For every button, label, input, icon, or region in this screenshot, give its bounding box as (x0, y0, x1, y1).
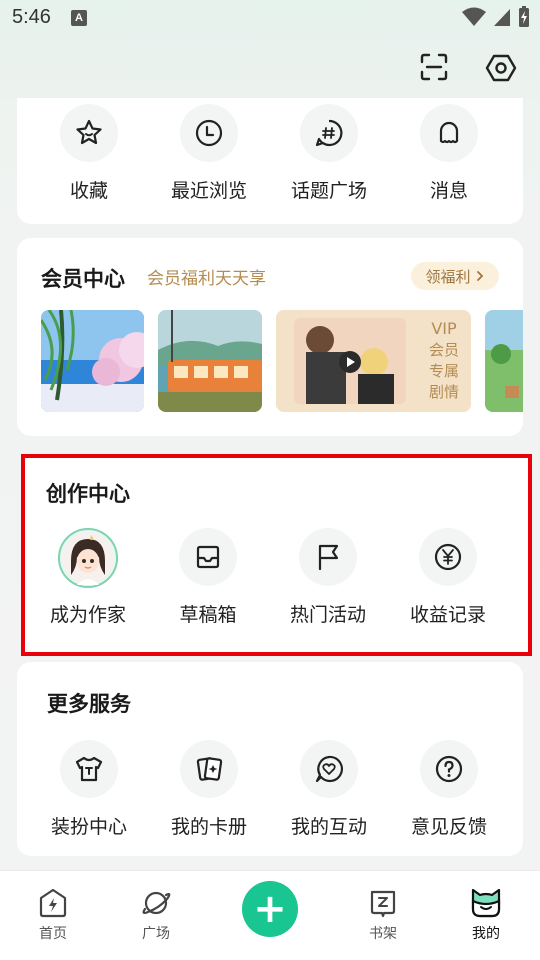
creation-label: 草稿箱 (179, 604, 237, 626)
plus-icon: + (253, 886, 287, 932)
vip-thumbnail-2[interactable] (158, 310, 262, 412)
services-title: 更多服务 (47, 692, 131, 716)
quick-actions-grid: 收藏 最近浏览 话题广场 消息 (17, 104, 523, 203)
vip-promo-line: 剧情 (428, 383, 459, 401)
service-card-album[interactable]: 我的卡册 (149, 740, 269, 839)
vip-thumbnail-1[interactable] (41, 310, 144, 412)
cellular-icon (494, 9, 510, 26)
service-label: 意见反馈 (410, 816, 487, 838)
question-icon (420, 740, 478, 798)
settings-icon[interactable] (485, 52, 517, 84)
quick-action-label: 收藏 (69, 180, 108, 202)
creation-grid: 成为作家 草稿箱 热门活动 收益记录 (28, 528, 531, 627)
vip-promo-line: 会员 (428, 341, 459, 359)
bottom-nav: 首页 广场 + 书架 我的 (0, 870, 540, 960)
quick-actions-card: 收藏 最近浏览 话题广场 消息 (17, 98, 523, 224)
claim-benefit-button[interactable]: 领福利 (411, 262, 499, 290)
quick-action-label: 话题广场 (290, 180, 367, 202)
vip-title: 会员中心 (41, 267, 125, 291)
vip-thumbnail-4[interactable] (485, 310, 523, 412)
service-label: 我的卡册 (170, 816, 247, 838)
vip-promo-text: VIP 会员 专属 剧情 (424, 319, 464, 402)
tshirt-icon (60, 740, 118, 798)
yen-icon (419, 528, 477, 586)
top-toolbar (0, 52, 540, 86)
vip-card: 会员中心 会员福利天天享 领福利 VIP 会员 专属 剧情 (17, 238, 523, 436)
creation-drafts[interactable]: 草稿箱 (148, 528, 268, 627)
service-label: 我的互动 (290, 816, 367, 838)
vip-promo-line: VIP (431, 319, 457, 338)
nav-home[interactable]: 首页 (18, 887, 88, 943)
service-feedback[interactable]: 意见反馈 (389, 740, 509, 839)
creation-center-card: 创作中心 成为作家 草稿箱 热门活动 收益记录 (21, 454, 532, 656)
chevron-right-icon (476, 271, 483, 281)
quick-action-label: 消息 (429, 180, 468, 202)
service-dressup[interactable]: 装扮中心 (29, 740, 149, 839)
more-services-card: 更多服务 装扮中心 我的卡册 我的互动 意见反馈 (17, 662, 523, 856)
bell-icon (420, 104, 478, 162)
vip-promo-banner[interactable]: VIP 会员 专属 剧情 (276, 310, 471, 412)
creation-earnings[interactable]: 收益记录 (388, 528, 508, 627)
quick-action-favorites[interactable]: 收藏 (29, 104, 149, 203)
chat-heart-icon (300, 740, 358, 798)
hashtag-icon (300, 104, 358, 162)
nav-label: 书架 (369, 926, 397, 942)
book-icon (370, 890, 396, 918)
home-bolt-icon (39, 888, 67, 918)
services-grid: 装扮中心 我的卡册 我的互动 意见反馈 (29, 740, 535, 839)
quick-action-topics[interactable]: 话题广场 (269, 104, 389, 203)
quick-action-messages[interactable]: 消息 (389, 104, 509, 203)
flag-icon (299, 528, 357, 586)
quick-action-label: 最近浏览 (170, 180, 247, 202)
battery-icon (519, 6, 529, 27)
wifi-icon (462, 7, 486, 26)
creation-label: 收益记录 (409, 604, 486, 626)
claim-benefit-label: 领福利 (425, 267, 471, 286)
cat-face-icon (471, 888, 501, 918)
scan-icon[interactable] (419, 52, 449, 82)
vip-promo-line: 专属 (428, 362, 459, 380)
star-icon (60, 104, 118, 162)
nav-bookshelf[interactable]: 书架 (348, 887, 418, 943)
nav-label: 广场 (142, 926, 170, 942)
planet-icon (142, 891, 171, 915)
a-notification-icon: A (71, 10, 87, 26)
creation-label: 成为作家 (49, 604, 126, 626)
nav-label: 首页 (39, 926, 67, 942)
status-time: 5:46 (12, 6, 51, 28)
quick-action-recent[interactable]: 最近浏览 (149, 104, 269, 203)
vip-subtitle: 会员福利天天享 (147, 269, 266, 289)
nav-mine[interactable]: 我的 (451, 887, 521, 943)
status-icons (462, 6, 530, 28)
nav-label: 我的 (472, 926, 500, 942)
cards-icon (180, 740, 238, 798)
add-button[interactable]: + (242, 881, 298, 937)
service-interactions[interactable]: 我的互动 (269, 740, 389, 839)
service-label: 装扮中心 (50, 816, 127, 838)
creation-become-writer[interactable]: 成为作家 (28, 528, 148, 627)
inbox-icon (179, 528, 237, 586)
clock-icon (180, 104, 238, 162)
nav-square[interactable]: 广场 (121, 887, 191, 943)
creation-hot-events[interactable]: 热门活动 (268, 528, 388, 627)
avatar-icon (58, 528, 118, 588)
status-bar: 5:46 A (0, 0, 540, 38)
creation-label: 热门活动 (289, 604, 366, 626)
creation-title: 创作中心 (46, 482, 130, 506)
